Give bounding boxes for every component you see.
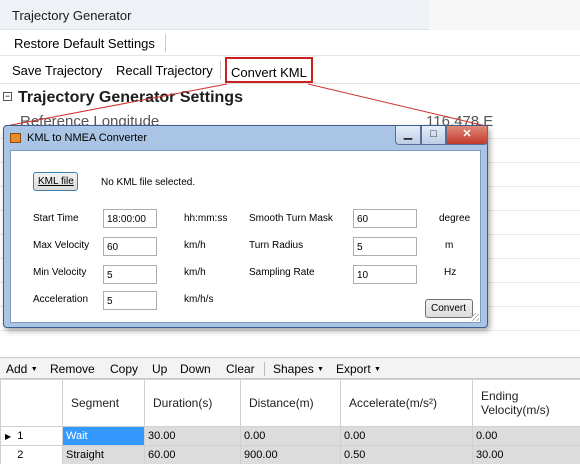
acceleration-unit: km/h/s <box>184 294 214 305</box>
dialog-body: KML file No KML file selected. Start Tim… <box>10 150 481 323</box>
dialog-title: KML to NMEA Converter <box>27 132 148 144</box>
max-velocity-input[interactable]: 60 <box>103 237 157 256</box>
max-velocity-unit: km/h <box>184 240 206 251</box>
toolbar-separator <box>264 362 265 376</box>
row-index: 1 <box>17 430 24 442</box>
turn-radius-unit: m <box>445 240 454 251</box>
row-header[interactable]: ▶ 1 <box>0 426 63 446</box>
export-label: Export <box>336 362 371 376</box>
sampling-rate-unit: Hz <box>444 267 457 278</box>
distance-cell[interactable]: 900.00 <box>240 445 341 464</box>
shapes-label: Shapes <box>273 362 314 376</box>
column-header[interactable]: Segment <box>62 379 145 427</box>
current-row-icon: ▶ <box>5 432 12 441</box>
min-velocity-input[interactable]: 5 <box>103 265 157 284</box>
smooth-turn-mask-input[interactable]: 60 <box>353 209 417 228</box>
accelerate-cell[interactable]: 0.50 <box>340 445 473 464</box>
table-row: ▶ 1 Wait 30.00 0.00 0.00 0.00 <box>0 426 580 446</box>
dropdown-arrow-icon: ▼ <box>374 366 381 373</box>
start-time-label: Start Time <box>33 213 79 224</box>
convert-button[interactable]: Convert <box>425 299 473 318</box>
duration-cell[interactable]: 60.00 <box>144 445 241 464</box>
minimize-icon[interactable]: ▁ <box>395 126 421 145</box>
velocity-cell[interactable]: 0.00 <box>472 426 580 446</box>
add-menu[interactable]: Add ▼ <box>6 362 38 376</box>
copy-button[interactable]: Copy <box>110 362 138 376</box>
distance-cell[interactable]: 0.00 <box>240 426 341 446</box>
kml-status-text: No KML file selected. <box>101 177 196 188</box>
maximize-icon[interactable]: □ <box>421 126 446 145</box>
row-index: 2 <box>17 449 24 461</box>
smooth-turn-mask-label: Smooth Turn Mask <box>249 213 333 224</box>
min-velocity-label: Min Velocity <box>33 267 87 278</box>
column-header[interactable]: Duration(s) <box>144 379 241 427</box>
shapes-menu[interactable]: Shapes ▼ <box>273 362 324 376</box>
remove-button[interactable]: Remove <box>50 362 95 376</box>
up-button[interactable]: Up <box>152 362 167 376</box>
table-row: 2 Straight 60.00 900.00 0.50 30.00 <box>0 445 580 464</box>
acceleration-input[interactable]: 5 <box>103 291 157 310</box>
turn-radius-label: Turn Radius <box>249 240 304 251</box>
start-time-unit: hh:mm:ss <box>184 213 228 224</box>
row-header[interactable]: 2 <box>0 445 63 464</box>
dropdown-arrow-icon: ▼ <box>317 366 324 373</box>
sampling-rate-label: Sampling Rate <box>249 267 315 278</box>
clear-button[interactable]: Clear <box>226 362 255 376</box>
table-header-row: Segment Duration(s) Distance(m) Accelera… <box>0 379 580 427</box>
kml-file-button[interactable]: KML file <box>33 172 78 191</box>
row-header-corner <box>0 379 63 427</box>
smooth-turn-mask-unit: degree <box>439 213 471 224</box>
close-icon[interactable]: ✕ <box>446 126 488 145</box>
kml-converter-dialog: KML to NMEA Converter ▁ □ ✕ KML file No … <box>3 125 488 328</box>
app-icon <box>10 133 21 143</box>
dropdown-arrow-icon: ▼ <box>30 366 38 373</box>
add-label: Add <box>6 362 28 376</box>
duration-cell[interactable]: 30.00 <box>144 426 241 446</box>
segment-table: Segment Duration(s) Distance(m) Accelera… <box>0 379 580 464</box>
acceleration-label: Acceleration <box>33 294 89 305</box>
segment-toolbar: Add ▼ Remove Copy Up Down Clear Shapes ▼… <box>0 357 580 379</box>
column-header[interactable]: Distance(m) <box>240 379 341 427</box>
sampling-rate-input[interactable]: 10 <box>353 265 417 284</box>
column-header[interactable]: Accelerate(m/s²) <box>340 379 473 427</box>
start-time-input[interactable]: 18:00:00 <box>103 209 157 228</box>
segment-cell[interactable]: Wait <box>62 426 145 446</box>
velocity-cell[interactable]: 30.00 <box>472 445 580 464</box>
accelerate-cell[interactable]: 0.00 <box>340 426 473 446</box>
dialog-titlebar[interactable]: KML to NMEA Converter ▁ □ ✕ <box>4 126 488 150</box>
column-header[interactable]: Ending Velocity(m/s) <box>472 379 580 427</box>
resize-grip-icon[interactable] <box>471 313 479 321</box>
turn-radius-input[interactable]: 5 <box>353 237 417 256</box>
max-velocity-label: Max Velocity <box>33 240 90 251</box>
down-button[interactable]: Down <box>180 362 211 376</box>
export-menu[interactable]: Export ▼ <box>336 362 381 376</box>
min-velocity-unit: km/h <box>184 267 206 278</box>
segment-cell[interactable]: Straight <box>62 445 145 464</box>
